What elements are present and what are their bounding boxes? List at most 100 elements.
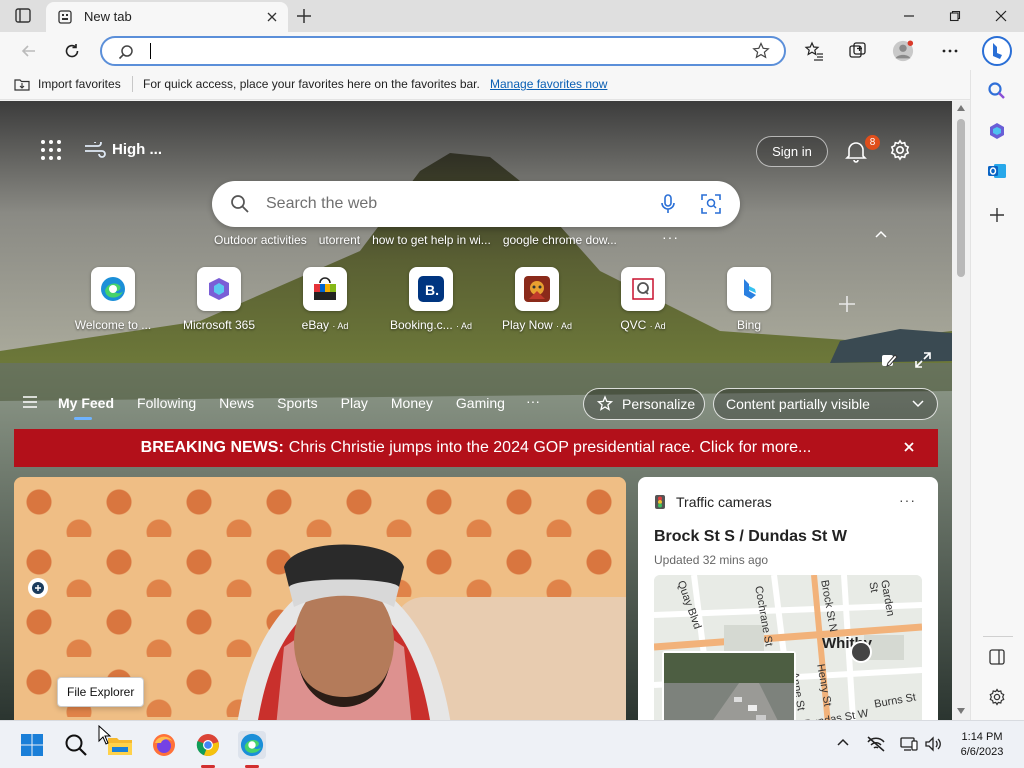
chrome-icon[interactable] [194, 731, 222, 759]
more-options-icon[interactable]: ··· [899, 492, 916, 508]
sidebar-outlook-icon[interactable] [986, 160, 1008, 182]
edge-taskbar-icon[interactable] [238, 731, 266, 759]
content-visibility-label: Content partially visible [726, 396, 870, 412]
bing-chat-icon[interactable] [982, 36, 1012, 66]
firefox-icon[interactable] [150, 731, 178, 759]
news-source-icon [28, 578, 48, 598]
address-bar[interactable] [100, 36, 786, 66]
suggestion-item[interactable]: utorrent [319, 233, 360, 247]
quick-link-booking[interactable]: B. Booking.c... · Ad [378, 267, 484, 332]
expand-icon[interactable] [914, 351, 932, 369]
favorites-bar: Import favorites For quick access, place… [0, 70, 970, 100]
close-tab-icon[interactable] [264, 9, 280, 25]
camera-thumbnail[interactable] [662, 651, 796, 720]
import-favorites-button[interactable]: Import favorites [14, 77, 121, 91]
taskbar-search-icon[interactable] [62, 731, 90, 759]
volume-icon[interactable] [924, 735, 942, 753]
import-favorites-label: Import favorites [38, 77, 121, 91]
page-settings-icon[interactable] [889, 139, 911, 161]
quick-link-welcome[interactable]: Welcome to ... [60, 267, 166, 332]
device-icon[interactable] [900, 735, 918, 753]
suggestion-item[interactable]: how to get help in wi... [372, 233, 491, 247]
close-window-icon[interactable] [978, 0, 1024, 32]
personalize-star-icon [596, 395, 614, 413]
suggestion-item[interactable]: Outdoor activities [214, 233, 307, 247]
quick-link-play-now[interactable]: Play Now · Ad [484, 267, 590, 332]
refresh-icon[interactable] [61, 40, 83, 62]
scroll-up-icon[interactable] [957, 105, 965, 111]
restore-icon[interactable] [932, 0, 978, 32]
weather-widget[interactable]: High ... [84, 141, 162, 158]
microphone-icon[interactable] [658, 193, 678, 215]
personalize-button[interactable]: Personalize [583, 388, 705, 420]
back-arrow-icon[interactable] [18, 40, 40, 62]
ad-label: · Ad [332, 321, 349, 331]
mouse-cursor-icon [98, 725, 112, 745]
edit-background-icon[interactable] [880, 351, 898, 369]
menu-hamburger-icon[interactable] [22, 395, 38, 409]
collections-icon[interactable] [847, 40, 869, 62]
more-options-icon[interactable] [939, 40, 961, 62]
text-cursor [150, 43, 151, 59]
edge-icon [91, 267, 135, 311]
tab-money[interactable]: Money [391, 395, 433, 411]
traffic-light-icon [654, 494, 666, 510]
more-tabs-icon[interactable]: ··· [526, 393, 540, 409]
tab-play[interactable]: Play [341, 395, 368, 411]
start-windows-icon[interactable] [18, 731, 46, 759]
favorites-icon[interactable] [803, 40, 825, 62]
page-scrollbar[interactable] [952, 101, 970, 720]
notification-count-badge: 8 [865, 135, 880, 150]
web-search-input[interactable] [266, 193, 636, 215]
new-tab-icon[interactable] [294, 6, 314, 26]
quick-link-bing[interactable]: Bing [696, 267, 802, 332]
profile-avatar-icon[interactable] [892, 40, 914, 62]
chevron-up-icon[interactable] [874, 229, 888, 239]
divider [983, 636, 1013, 637]
scrollbar-thumb[interactable] [957, 119, 965, 277]
traffic-map[interactable]: Quay Blvd Cochrane St Brock St N Garden … [654, 575, 922, 720]
manage-favorites-link[interactable]: Manage favorites now [490, 77, 607, 91]
apps-grid-icon[interactable] [40, 139, 62, 161]
traffic-cameras-card[interactable]: Traffic cameras ··· Brock St S / Dundas … [638, 477, 938, 720]
tab-sports[interactable]: Sports [277, 395, 317, 411]
add-favorite-star-icon[interactable] [752, 42, 770, 60]
ebay-icon [303, 267, 347, 311]
personalize-label: Personalize [622, 396, 696, 412]
search-icon [230, 194, 250, 214]
sidebar-settings-icon[interactable] [986, 686, 1008, 708]
more-suggestions-icon[interactable]: ··· [662, 229, 679, 245]
quick-link-ebay[interactable]: eBay · Ad [272, 267, 378, 332]
sign-in-button[interactable]: Sign in [756, 136, 828, 167]
system-clock[interactable]: 1:14 PM 6/6/2023 [950, 730, 1014, 760]
sidebar-add-icon[interactable] [986, 204, 1008, 226]
scroll-down-icon[interactable] [957, 708, 965, 714]
breaking-news-banner[interactable]: BREAKING NEWS: Chris Christie jumps into… [14, 429, 938, 467]
file-explorer-tooltip: File Explorer [57, 677, 145, 707]
show-hidden-icons-chevron-icon[interactable] [836, 735, 850, 749]
network-icon[interactable] [866, 735, 886, 753]
ad-label: · Ad [556, 321, 573, 331]
minimize-icon[interactable] [886, 0, 932, 32]
quick-link-microsoft365[interactable]: Microsoft 365 [166, 267, 272, 332]
tab-news[interactable]: News [219, 395, 254, 411]
visual-search-icon[interactable] [700, 193, 722, 215]
close-icon[interactable] [902, 440, 916, 454]
sidebar-panel-icon[interactable] [986, 646, 1008, 668]
breaking-news-prefix: BREAKING NEWS: [140, 439, 284, 456]
quick-link-qvc[interactable]: QVC · Ad [590, 267, 696, 332]
browser-tab[interactable]: New tab [46, 2, 288, 32]
sidebar-microsoft365-icon[interactable] [986, 120, 1008, 142]
camera-pin-icon[interactable] [850, 641, 872, 663]
tab-following[interactable]: Following [137, 395, 196, 411]
tab-gaming[interactable]: Gaming [456, 395, 505, 411]
add-quick-link-icon[interactable] [836, 293, 858, 315]
play-now-icon [515, 267, 559, 311]
title-bar: New tab [0, 0, 1024, 32]
sidebar-search-icon[interactable] [986, 80, 1008, 102]
content-visibility-dropdown[interactable]: Content partially visible [713, 388, 938, 420]
tab-actions-icon[interactable] [12, 6, 34, 26]
suggestion-item[interactable]: google chrome dow... [503, 233, 617, 247]
address-input[interactable] [152, 41, 712, 61]
tab-my-feed[interactable]: My Feed [58, 395, 114, 411]
